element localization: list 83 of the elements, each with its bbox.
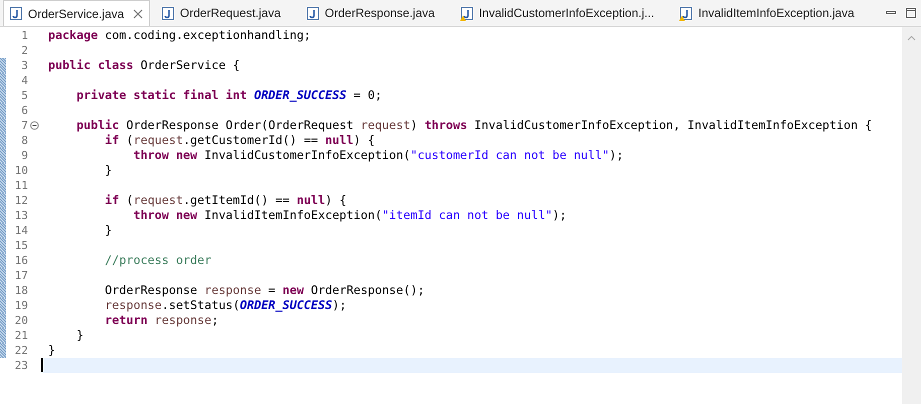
line-number: 13 [14, 208, 28, 223]
code-text: = [267, 283, 276, 297]
variable-name: response [204, 283, 262, 297]
keyword: public class [48, 58, 134, 72]
code-text: } [104, 223, 112, 237]
code-text: .getItemId() == [183, 193, 291, 207]
code-text: .setStatus( [162, 298, 240, 312]
close-icon[interactable] [133, 8, 144, 18]
keyword: private static final int [76, 88, 247, 102]
line-number: 1 [20, 28, 28, 43]
constant-name: ORDER_SUCCESS [240, 298, 332, 312]
code-text: InvalidCustomerInfoException, InvalidItemInfoException { [473, 118, 872, 132]
line-number: 7 [20, 118, 28, 133]
line-number: 15 [14, 238, 28, 253]
line-number: 23 [14, 358, 28, 373]
line-number: 12 [14, 193, 28, 208]
line-number: 6 [20, 103, 28, 118]
code-text: OrderResponse(); [310, 283, 425, 297]
code-comment: //process order [104, 253, 212, 267]
keyword: null [296, 193, 326, 207]
code-text: OrderResponse [104, 283, 198, 297]
line-number: 9 [20, 148, 28, 163]
code-text: } [48, 343, 56, 357]
keyword: throw new [132, 208, 198, 222]
code-text: OrderResponse Order(OrderRequest [125, 118, 355, 132]
code-text: ( [125, 193, 134, 207]
line-number: 22 [14, 343, 28, 358]
variable-name: request [360, 118, 410, 132]
constant-name: ORDER_SUCCESS [253, 88, 346, 102]
line-number: 20 [14, 313, 28, 328]
code-text: ; [211, 313, 219, 327]
code-text: ); [332, 298, 346, 312]
keyword: throw new [132, 148, 198, 162]
maximize-icon[interactable] [905, 7, 917, 19]
line-number: 17 [14, 268, 28, 283]
line-number: 11 [14, 178, 28, 193]
line-number: 5 [20, 88, 28, 103]
code-text: InvalidCustomerInfoException( [203, 148, 410, 162]
string-literal: "customerId can not be null" [410, 148, 610, 162]
code-text: = 0; [352, 88, 382, 102]
line-number: 10 [14, 163, 28, 178]
code-text: } [76, 328, 84, 342]
code-text: } [104, 163, 112, 177]
code-text: ( [125, 133, 134, 147]
code-text: ) { [354, 133, 375, 147]
string-literal: "itemId can not be null" [382, 208, 552, 222]
line-number: 2 [20, 43, 28, 58]
line-number: 21 [14, 328, 28, 343]
keyword: package [48, 28, 98, 42]
line-number: 16 [14, 253, 28, 268]
editor-tab[interactable]: OrderResponse.java [300, 0, 441, 26]
code-text: ) [410, 118, 418, 132]
line-number: 4 [20, 73, 28, 88]
scrollbar[interactable] [902, 27, 921, 404]
line-number: 19 [14, 298, 28, 313]
keyword: new [282, 283, 304, 297]
line-number: 8 [20, 133, 28, 148]
line-number: 3 [20, 58, 28, 73]
text-cursor [41, 358, 43, 372]
line-number: 14 [14, 223, 28, 238]
code-text: OrderService { [139, 58, 240, 72]
code-text: ); [552, 208, 567, 222]
variable-name: request [133, 193, 184, 207]
line-number: 18 [14, 283, 28, 298]
keyword: throws [424, 118, 468, 132]
keyword: null [325, 133, 354, 147]
editor-tab[interactable]: OrderRequest.java [156, 0, 287, 26]
keyword: if [104, 193, 120, 207]
keyword: if [104, 133, 120, 147]
editor-tab[interactable]: InvalidCustomerInfoException.j... [454, 0, 660, 26]
code-text: ); [609, 148, 624, 162]
code-text: InvalidItemInfoException( [203, 208, 382, 222]
keyword: public [76, 118, 120, 132]
variable-name: response [104, 298, 162, 312]
variable-name: response [154, 313, 212, 327]
collapse-icon[interactable] [30, 121, 39, 130]
variable-name: request [133, 133, 184, 147]
editor-tab[interactable]: InvalidItemInfoException.java [674, 0, 860, 26]
code-text: ) { [325, 193, 346, 207]
code-text: .getCustomerId() == [183, 133, 320, 147]
editor-tab[interactable]: OrderService.java [3, 0, 150, 26]
keyword: return [104, 313, 148, 327]
code-text: com.coding.exceptionhandling; [104, 28, 311, 42]
